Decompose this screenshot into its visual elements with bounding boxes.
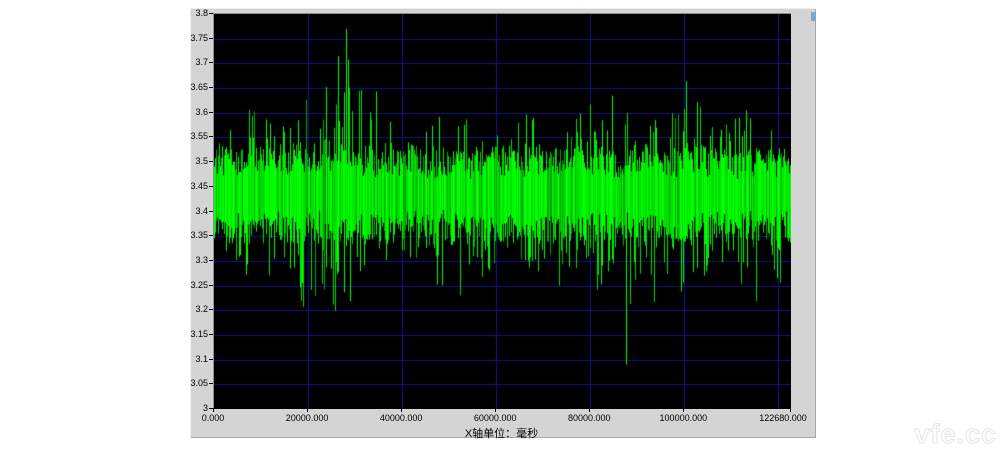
y-axis-tick	[209, 309, 213, 310]
y-axis-label: 3.25	[190, 281, 208, 290]
y-axis-tick	[209, 62, 213, 63]
y-axis-tick	[209, 161, 213, 162]
x-axis-tick	[589, 408, 590, 412]
x-axis-tick	[790, 408, 791, 412]
y-axis-label: 3.2	[190, 305, 208, 314]
y-axis-label: 3	[190, 404, 208, 413]
x-axis-tick	[683, 408, 684, 412]
y-axis-label: 3.7	[190, 58, 208, 67]
y-axis-label: 3.75	[190, 34, 208, 43]
y-axis-label: 3.05	[190, 379, 208, 388]
panel-corner-marker	[811, 12, 816, 21]
x-axis-unit-label: X轴单位：毫秒	[213, 425, 790, 441]
y-axis-tick	[209, 38, 213, 39]
waveform-panel: 3.8 3.75 3.7 3.65 3.6 3.55 3.5 3.45 3.4 3.35 3.3 3.…	[190, 8, 816, 438]
y-axis-tick	[209, 211, 213, 212]
y-axis-tick	[209, 235, 213, 236]
y-axis-tick	[209, 334, 213, 335]
x-axis-label: 80000.000	[568, 413, 611, 423]
y-axis-label: 3.45	[190, 182, 208, 191]
x-axis-label: 20000.000	[286, 413, 329, 423]
y-axis-tick	[209, 112, 213, 113]
y-axis-label: 3.3	[190, 256, 208, 265]
y-axis-label: 3.4	[190, 207, 208, 216]
waveform-plot-canvas	[213, 13, 791, 409]
x-axis-label: 60000.000	[474, 413, 517, 423]
x-axis-tick	[213, 408, 214, 412]
x-axis-tick	[495, 408, 496, 412]
y-axis-tick	[209, 186, 213, 187]
watermark-text: vfe.cc	[914, 419, 997, 450]
y-axis-tick	[209, 136, 213, 137]
x-axis-tick	[401, 408, 402, 412]
x-axis-label: 122680.000	[759, 413, 807, 423]
y-axis-tick	[209, 87, 213, 88]
x-axis-label: 40000.000	[380, 413, 423, 423]
x-axis-tick	[307, 408, 308, 412]
y-axis-label: 3.1	[190, 355, 208, 364]
y-axis-label: 3.55	[190, 132, 208, 141]
y-axis-tick	[209, 260, 213, 261]
y-axis-label: 3.15	[190, 330, 208, 339]
x-axis-label: 0.000	[202, 413, 225, 423]
y-axis-tick	[209, 383, 213, 384]
y-axis-label: 3.65	[190, 83, 208, 92]
y-axis-label: 3.35	[190, 231, 208, 240]
y-axis-tick	[209, 285, 213, 286]
y-axis-tick	[209, 13, 213, 14]
y-axis-tick	[209, 359, 213, 360]
y-axis-label: 3.6	[190, 108, 208, 117]
y-axis-label: 3.5	[190, 157, 208, 166]
x-axis-label: 100000.000	[660, 413, 708, 423]
y-axis-label: 3.8	[190, 9, 208, 18]
